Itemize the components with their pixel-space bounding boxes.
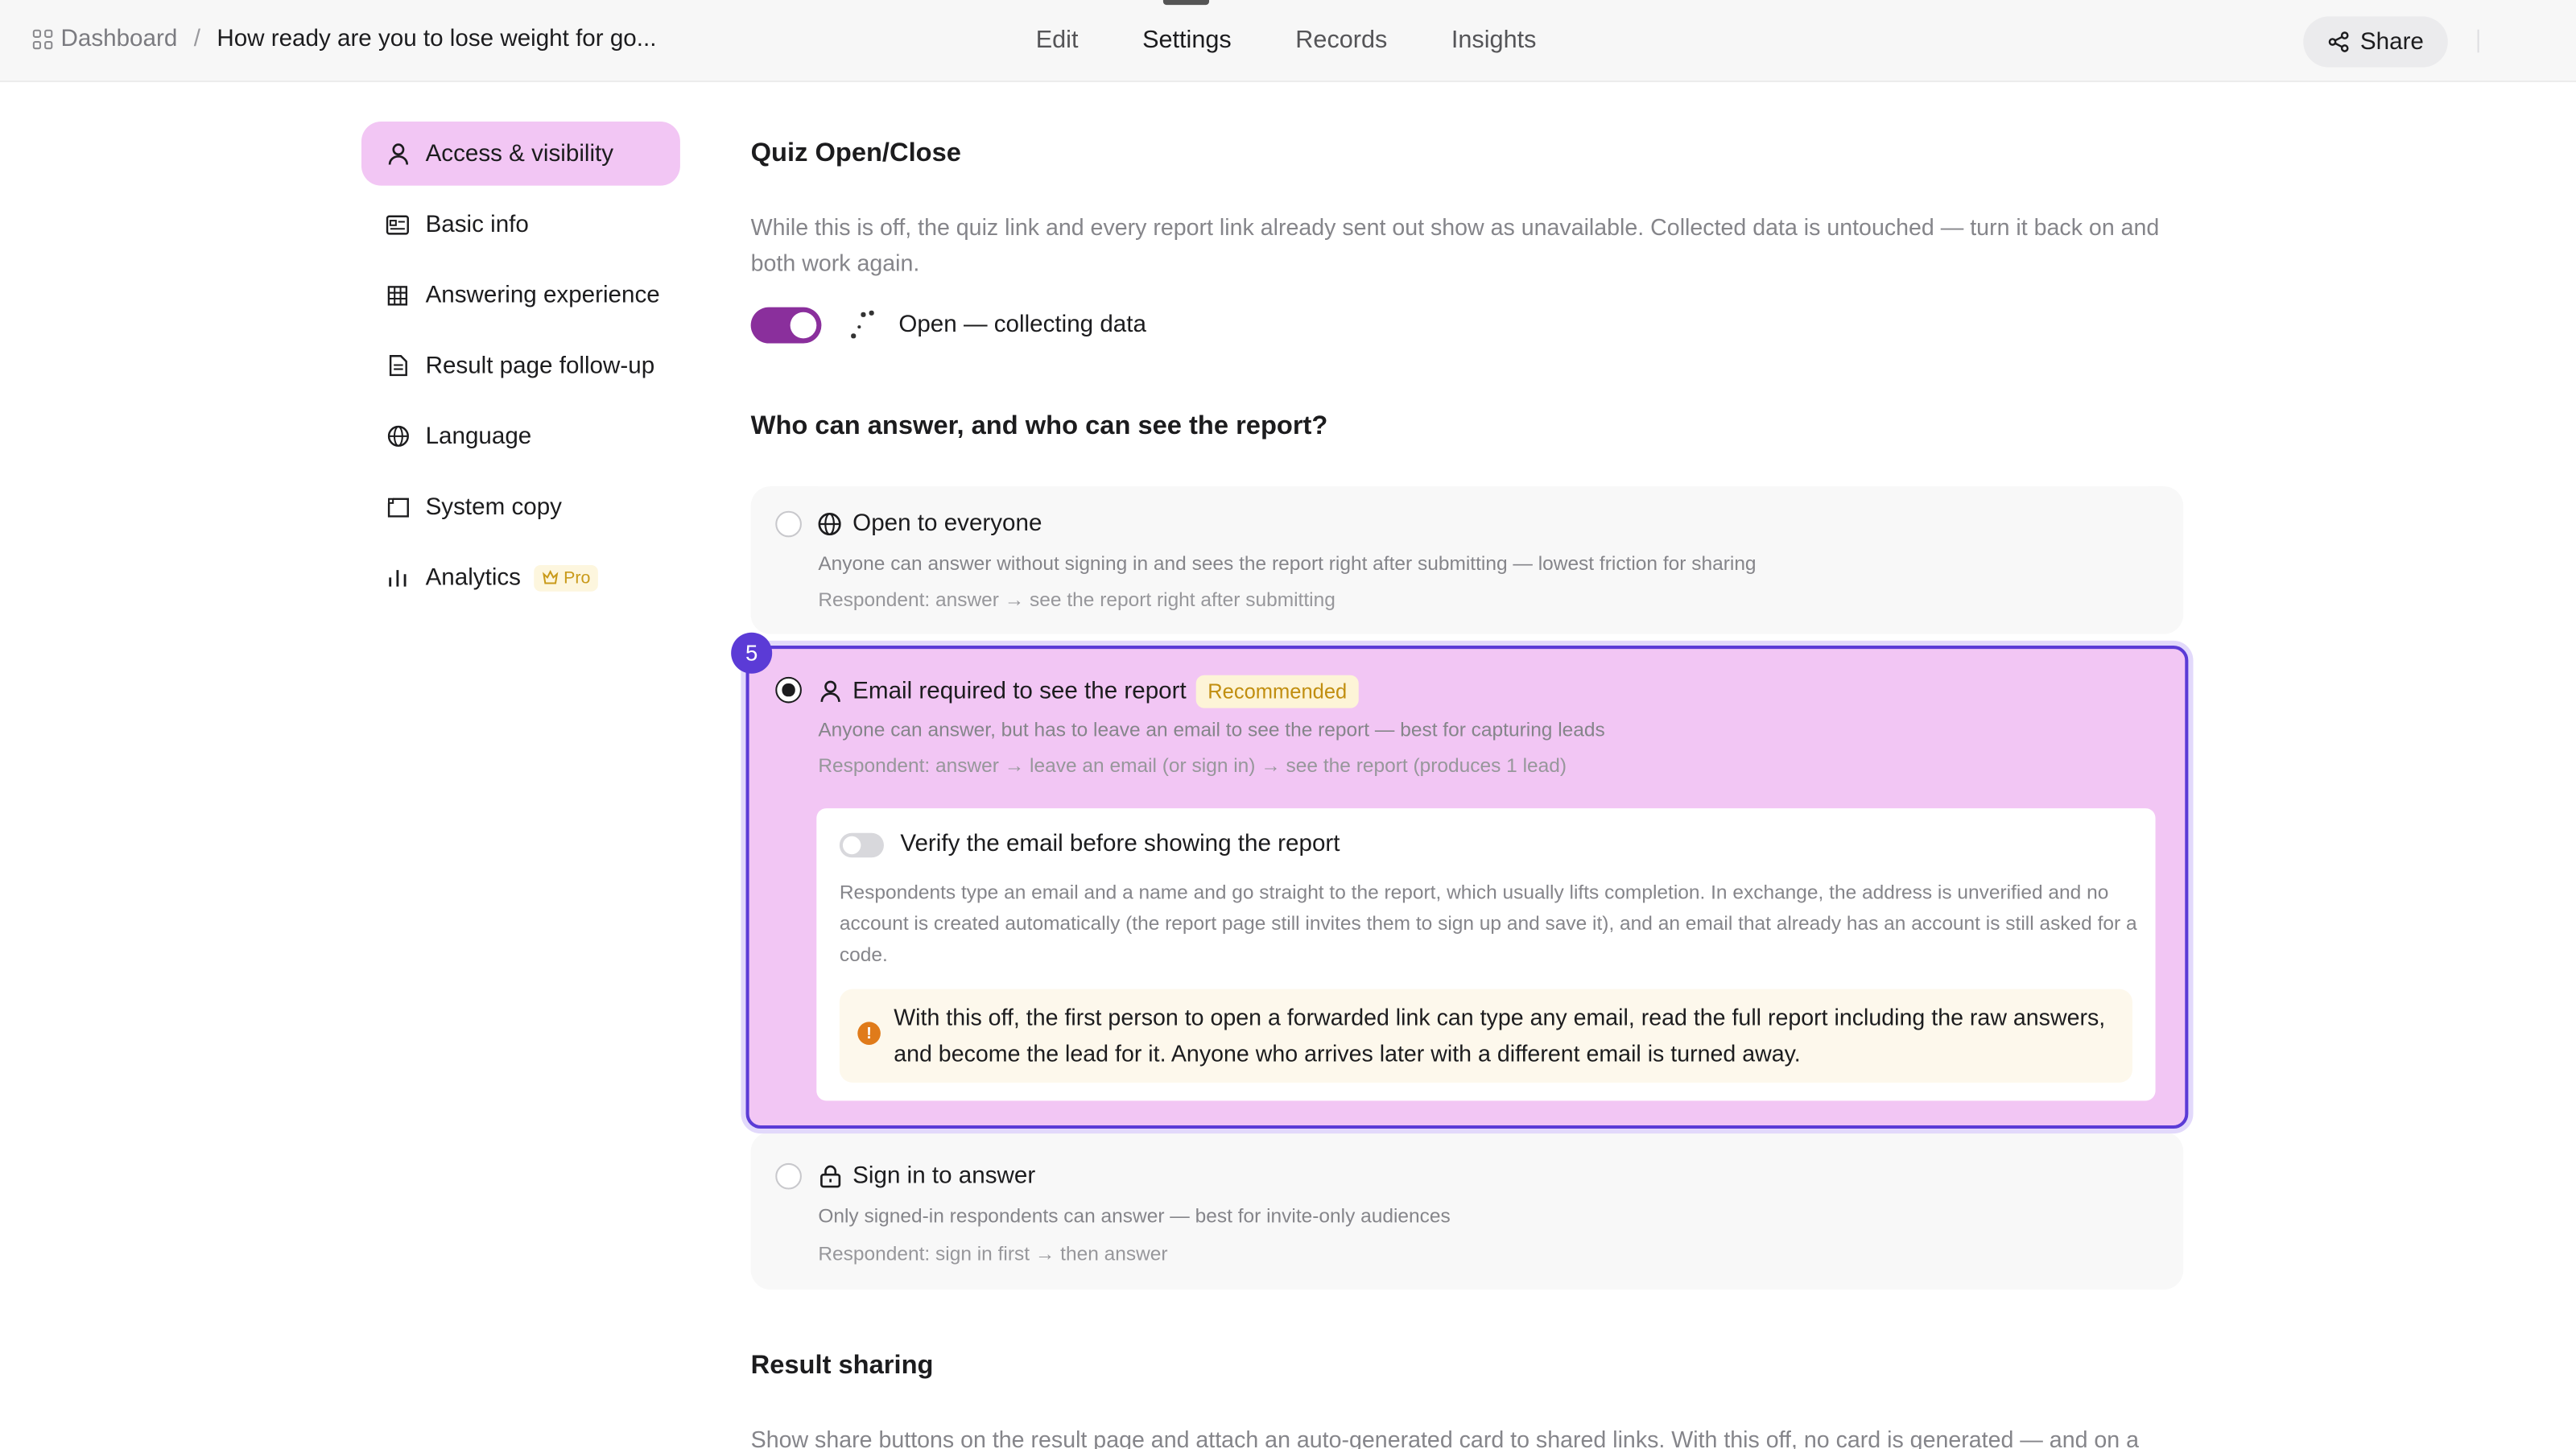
settings-page: Dashboard / How ready are you to lose we…: [0, 0, 2576, 1449]
pro-badge: Pro: [534, 564, 599, 591]
sidebar-item-label: Result page follow-up: [425, 352, 655, 379]
result-sharing-heading: Result sharing: [750, 1352, 934, 1381]
share-icon: [2327, 31, 2348, 52]
option-description: Anyone can answer without signing in and…: [818, 551, 1757, 576]
globe-icon: [818, 512, 841, 536]
option-title: Sign in to answer: [852, 1162, 1036, 1190]
document-icon: [386, 354, 410, 378]
sidebar-item-analytics[interactable]: Analytics Pro: [361, 546, 680, 610]
copy-frame-icon: [386, 495, 410, 518]
access-option-open-everyone[interactable]: Open to everyone Anyone can answer witho…: [750, 486, 2184, 634]
radio-open-everyone[interactable]: [775, 510, 802, 538]
warning-icon: !: [857, 1022, 881, 1045]
radio-email-required[interactable]: [775, 676, 802, 704]
access-heading: Who can answer, and who can see the repo…: [750, 412, 1328, 440]
verify-email-title: Verify the email before showing the repo…: [900, 831, 1340, 858]
pro-badge-label: Pro: [564, 568, 591, 588]
sidebar-item-access-visibility[interactable]: Access & visibility: [361, 122, 680, 186]
settings-sidebar: Access & visibility Basic info Answering…: [361, 122, 680, 616]
tab-insights[interactable]: Insights: [1419, 0, 1568, 82]
warning-callout: ! With this off, the first person to ope…: [839, 989, 2132, 1083]
loading-spinner-icon: [846, 308, 879, 344]
option-title-row: Open to everyone: [818, 510, 1042, 538]
access-option-sign-in[interactable]: Sign in to answer Only signed-in respond…: [750, 1132, 2184, 1290]
sidebar-item-label: Analytics: [425, 564, 522, 591]
breadcrumb-separator: /: [193, 26, 200, 53]
radio-sign-in[interactable]: [775, 1162, 802, 1190]
sidebar-item-label: Access & visibility: [425, 140, 614, 167]
lock-icon: [818, 1165, 841, 1188]
verify-email-toggle[interactable]: [839, 832, 884, 858]
result-sharing-description: Show share buttons on the result page an…: [750, 1426, 2140, 1449]
option-title-row: Email required to see the report Recomme…: [818, 675, 1359, 708]
quiz-open-toggle[interactable]: [750, 307, 822, 344]
option-flow: Respondent: sign in first → then answer: [818, 1241, 1168, 1265]
top-bar: Dashboard / How ready are you to lose we…: [0, 0, 2576, 83]
sidebar-item-label: Basic info: [425, 211, 529, 237]
option-flow: Respondent: answer → see the report righ…: [818, 588, 1335, 612]
quiz-open-status: Open — collecting data: [898, 312, 1146, 339]
tab-settings[interactable]: Settings: [1110, 0, 1263, 82]
option-title: Email required to see the report: [852, 678, 1187, 705]
grid-icon: [386, 283, 410, 307]
warning-text: With this off, the first person to open …: [894, 1003, 2106, 1066]
sidebar-item-answering-experience[interactable]: Answering experience: [361, 263, 680, 328]
bar-chart-icon: [386, 566, 410, 589]
share-label: Share: [2359, 28, 2424, 56]
verify-email-panel: Verify the email before showing the repo…: [816, 808, 2156, 1101]
breadcrumb-dashboard-link[interactable]: Dashboard: [61, 27, 178, 53]
share-button[interactable]: Share: [2303, 16, 2448, 68]
tab-records[interactable]: Records: [1264, 0, 1420, 82]
option-title: Open to everyone: [852, 510, 1042, 538]
sidebar-item-system-copy[interactable]: System copy: [361, 475, 680, 539]
sidebar-item-label: Answering experience: [425, 282, 660, 308]
quiz-open-close-heading: Quiz Open/Close: [750, 139, 961, 168]
access-option-email-required[interactable]: Email required to see the report Recomme…: [745, 646, 2189, 1129]
breadcrumb: Dashboard / How ready are you to lose we…: [32, 26, 657, 53]
header-divider: [2477, 29, 2479, 53]
sidebar-item-language[interactable]: Language: [361, 404, 680, 469]
globe-icon: [386, 425, 410, 448]
dashboard-grid-icon[interactable]: [32, 29, 53, 50]
breadcrumb-quiz-title: How ready are you to lose weight for go.…: [217, 26, 657, 53]
quiz-open-toggle-row: Open — collecting data: [750, 307, 1146, 344]
sidebar-item-label: System copy: [425, 493, 562, 520]
tab-edit[interactable]: Edit: [1004, 0, 1110, 82]
sidebar-item-basic-info[interactable]: Basic info: [361, 192, 680, 257]
option-description: Anyone can answer, but has to leave an e…: [818, 717, 1605, 741]
id-card-icon: [386, 213, 410, 236]
sidebar-item-result-page-follow-up[interactable]: Result page follow-up: [361, 333, 680, 398]
option-description: Only signed-in respondents can answer — …: [818, 1203, 1451, 1228]
step-number-badge: 5: [731, 632, 773, 674]
top-tabs: Edit Settings Records Insights: [1004, 0, 1568, 82]
person-icon: [818, 680, 841, 704]
option-title-row: Sign in to answer: [818, 1163, 1035, 1190]
sidebar-item-label: Language: [425, 423, 532, 450]
person-icon: [386, 142, 410, 166]
verify-email-description: Respondents type an email and a name and…: [839, 880, 2137, 966]
recommended-badge: Recommended: [1195, 675, 1359, 708]
option-flow: Respondent: answer → leave an email (or …: [818, 753, 1567, 778]
quiz-open-close-description: While this is off, the quiz link and eve…: [750, 213, 2160, 275]
crown-icon: [543, 570, 559, 584]
